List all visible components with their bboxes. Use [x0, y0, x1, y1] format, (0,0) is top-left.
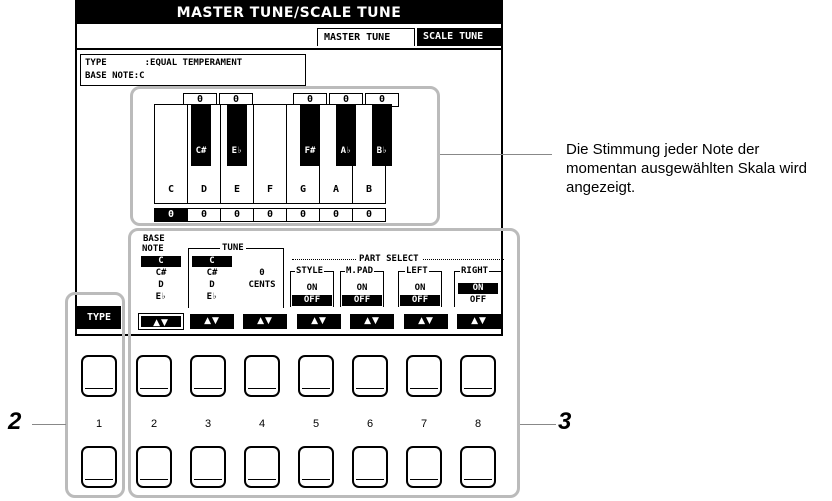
- button-number-7: 7: [420, 418, 428, 430]
- upper-button-7[interactable]: [406, 355, 442, 397]
- black-key-a-flat[interactable]: A♭: [336, 104, 356, 166]
- black-key-label: A♭: [340, 146, 352, 156]
- part-style-off[interactable]: OFF: [292, 295, 332, 306]
- black-key-label: C#: [195, 146, 207, 156]
- type-button[interactable]: TYPE: [77, 306, 121, 329]
- button-number-4: 4: [258, 418, 266, 430]
- white-key-value-d: 0: [187, 208, 221, 222]
- upper-button-5[interactable]: [298, 355, 334, 397]
- arrow-button-2[interactable]: ▲▼: [138, 313, 184, 330]
- arrow-button-5[interactable]: ▲▼: [297, 314, 341, 329]
- white-key-value-c: 0: [154, 208, 188, 222]
- part-right-label: RIGHT: [460, 266, 490, 276]
- type-value: :EQUAL TEMPERAMENT: [144, 58, 243, 68]
- white-key-value-e: 0: [220, 208, 254, 222]
- screen-title: MASTER TUNE/SCALE TUNE: [77, 2, 501, 24]
- lower-button-7[interactable]: [406, 446, 442, 488]
- button-number-3: 3: [204, 418, 212, 430]
- arrow-button-3[interactable]: ▲▼: [190, 314, 234, 329]
- part-left-on[interactable]: ON: [400, 283, 440, 294]
- callout-leader-line: [456, 154, 552, 155]
- black-key-label: E♭: [231, 146, 243, 156]
- callout-leader-short: [440, 154, 456, 155]
- white-key-label: C: [167, 184, 175, 195]
- part-mpad-on[interactable]: ON: [342, 283, 382, 294]
- white-key-value-a: 0: [319, 208, 353, 222]
- tune-note-option[interactable]: E♭: [192, 292, 232, 303]
- white-key-f[interactable]: F: [253, 104, 287, 204]
- button-number-6: 6: [366, 418, 374, 430]
- lower-button-8[interactable]: [460, 446, 496, 488]
- black-key-label: B♭: [376, 146, 388, 156]
- part-style-label: STYLE: [295, 266, 325, 276]
- scale-info-box: TYPE :EQUAL TEMPERAMENT BASE NOTE:C: [80, 54, 306, 86]
- tune-label: TUNE: [220, 243, 246, 253]
- base-note-label-1: BASE: [143, 234, 165, 244]
- part-right-off[interactable]: OFF: [458, 295, 498, 306]
- white-key-value-g: 0: [286, 208, 320, 222]
- white-key-label: F: [266, 184, 274, 195]
- base-note-label-2: NOTE: [142, 244, 164, 254]
- black-key-e-flat[interactable]: E♭: [227, 104, 247, 166]
- tune-note-selected[interactable]: C: [192, 256, 232, 267]
- tune-unit: CENTS: [248, 280, 276, 290]
- tab-bar: MASTER TUNE SCALE TUNE: [77, 24, 501, 50]
- button-number-1: 1: [95, 418, 103, 430]
- part-left-label: LEFT: [405, 266, 429, 276]
- black-key-b-flat[interactable]: B♭: [372, 104, 392, 166]
- upper-button-1[interactable]: [81, 355, 117, 397]
- callout-text: Die Stimmung jeder Note der momentan aus…: [566, 141, 807, 196]
- arrow-button-7[interactable]: ▲▼: [404, 314, 448, 329]
- lower-button-3[interactable]: [190, 446, 226, 488]
- lower-button-4[interactable]: [244, 446, 280, 488]
- white-key-c[interactable]: C: [154, 104, 188, 204]
- step-2-leader: [32, 424, 66, 425]
- upper-button-3[interactable]: [190, 355, 226, 397]
- white-key-label: D: [200, 184, 208, 195]
- tune-note-option[interactable]: D: [192, 280, 232, 291]
- button-number-2: 2: [150, 418, 158, 430]
- base-note-option-selected[interactable]: C: [141, 256, 181, 267]
- base-note-option[interactable]: C#: [141, 268, 181, 279]
- lower-button-5[interactable]: [298, 446, 334, 488]
- white-key-value-f: 0: [253, 208, 287, 222]
- base-note-option[interactable]: D: [141, 280, 181, 291]
- upper-button-8[interactable]: [460, 355, 496, 397]
- arrow-button-6[interactable]: ▲▼: [350, 314, 394, 329]
- step-3-leader: [520, 424, 556, 425]
- black-key-label: F#: [304, 146, 316, 156]
- step-marker-2: 2: [8, 408, 22, 435]
- black-key-f-sharp[interactable]: F#: [300, 104, 320, 166]
- arrow-button-8[interactable]: ▲▼: [457, 314, 501, 329]
- tab-master-tune[interactable]: MASTER TUNE: [317, 28, 415, 46]
- tab-scale-tune[interactable]: SCALE TUNE: [417, 28, 501, 46]
- tune-note-option[interactable]: C#: [192, 268, 232, 279]
- upper-button-4[interactable]: [244, 355, 280, 397]
- part-mpad-off[interactable]: OFF: [342, 295, 382, 306]
- upper-button-2[interactable]: [136, 355, 172, 397]
- white-key-label: A: [332, 184, 340, 195]
- button-number-5: 5: [312, 418, 320, 430]
- part-select-label: PART SELECT: [356, 254, 422, 264]
- button-number-8: 8: [474, 418, 482, 430]
- lower-button-1[interactable]: [81, 446, 117, 488]
- part-mpad-label: M.PAD: [345, 266, 375, 276]
- white-key-label: E: [233, 184, 241, 195]
- base-note-option[interactable]: E♭: [141, 292, 181, 303]
- tune-value: 0: [259, 268, 265, 278]
- part-right-on[interactable]: ON: [458, 283, 498, 294]
- white-key-label: G: [299, 184, 307, 195]
- arrow-button-4[interactable]: ▲▼: [243, 314, 287, 329]
- type-label: TYPE: [85, 58, 107, 68]
- base-note-label: BASE NOTE:C: [85, 71, 145, 81]
- step-marker-3: 3: [558, 408, 572, 435]
- lower-button-2[interactable]: [136, 446, 172, 488]
- part-left-off[interactable]: OFF: [400, 295, 440, 306]
- lower-button-6[interactable]: [352, 446, 388, 488]
- white-key-value-b: 0: [352, 208, 386, 222]
- part-style-on[interactable]: ON: [292, 283, 332, 294]
- white-key-label: B: [365, 184, 373, 195]
- upper-button-6[interactable]: [352, 355, 388, 397]
- black-key-c-sharp[interactable]: C#: [191, 104, 211, 166]
